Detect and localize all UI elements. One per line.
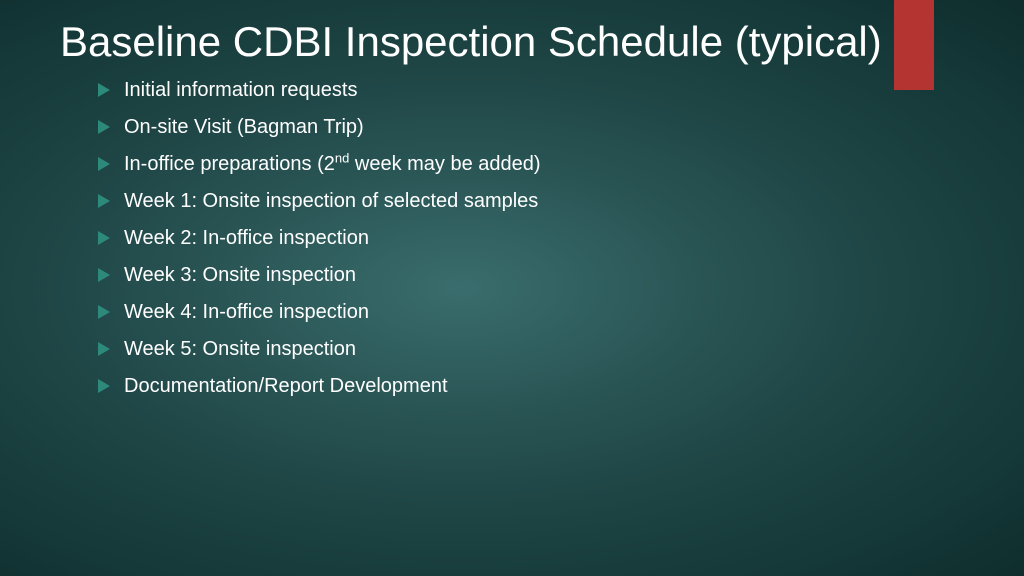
bullet-item: Initial information requests (98, 76, 964, 105)
bullet-text: Week 3: Onsite inspection (124, 261, 356, 290)
bullet-item: In-office preparations (2nd week may be … (98, 150, 964, 179)
triangle-marker-icon (98, 379, 110, 393)
triangle-marker-icon (98, 231, 110, 245)
bullet-text-pre: Initial information requests (124, 79, 357, 101)
bullet-text-pre: Week 3: Onsite inspection (124, 264, 356, 286)
bullet-text-pre: On-site Visit (Bagman Trip) (124, 116, 364, 138)
bullet-item: Documentation/Report Development (98, 372, 964, 401)
bullet-item: Week 5: Onsite inspection (98, 335, 964, 364)
slide-title: Baseline CDBI Inspection Schedule (typic… (60, 18, 964, 66)
bullet-text: Documentation/Report Development (124, 372, 448, 401)
bullet-text: Initial information requests (124, 76, 357, 105)
bullet-text-superscript: nd (335, 151, 349, 166)
bullet-text-pre: Week 2: In-office inspection (124, 227, 369, 249)
bullet-item: Week 3: Onsite inspection (98, 261, 964, 290)
bullet-text-pre: Week 5: Onsite inspection (124, 338, 356, 360)
bullet-text-pre: Week 4: In-office inspection (124, 301, 369, 323)
triangle-marker-icon (98, 83, 110, 97)
bullet-text-pre: In-office preparations (2 (124, 153, 335, 175)
bullet-text: Week 5: Onsite inspection (124, 335, 356, 364)
bullet-text: Week 2: In-office inspection (124, 224, 369, 253)
triangle-marker-icon (98, 342, 110, 356)
bullet-text-pre: Week 1: Onsite inspection of selected sa… (124, 190, 538, 212)
triangle-marker-icon (98, 120, 110, 134)
bullet-text: On-site Visit (Bagman Trip) (124, 113, 364, 142)
bullet-text: Week 4: In-office inspection (124, 298, 369, 327)
triangle-marker-icon (98, 157, 110, 171)
bullet-item: Week 4: In-office inspection (98, 298, 964, 327)
bullet-list: Initial information requests On-site Visi… (60, 76, 964, 401)
bullet-text: Week 1: Onsite inspection of selected sa… (124, 187, 538, 216)
bullet-text-post: week may be added) (349, 153, 540, 175)
slide-content: Baseline CDBI Inspection Schedule (typic… (0, 0, 1024, 401)
bullet-text-pre: Documentation/Report Development (124, 375, 448, 397)
bullet-item: Week 1: Onsite inspection of selected sa… (98, 187, 964, 216)
triangle-marker-icon (98, 268, 110, 282)
triangle-marker-icon (98, 305, 110, 319)
bullet-text: In-office preparations (2nd week may be … (124, 150, 541, 179)
bullet-item: Week 2: In-office inspection (98, 224, 964, 253)
bullet-item: On-site Visit (Bagman Trip) (98, 113, 964, 142)
accent-bar (894, 0, 934, 90)
triangle-marker-icon (98, 194, 110, 208)
